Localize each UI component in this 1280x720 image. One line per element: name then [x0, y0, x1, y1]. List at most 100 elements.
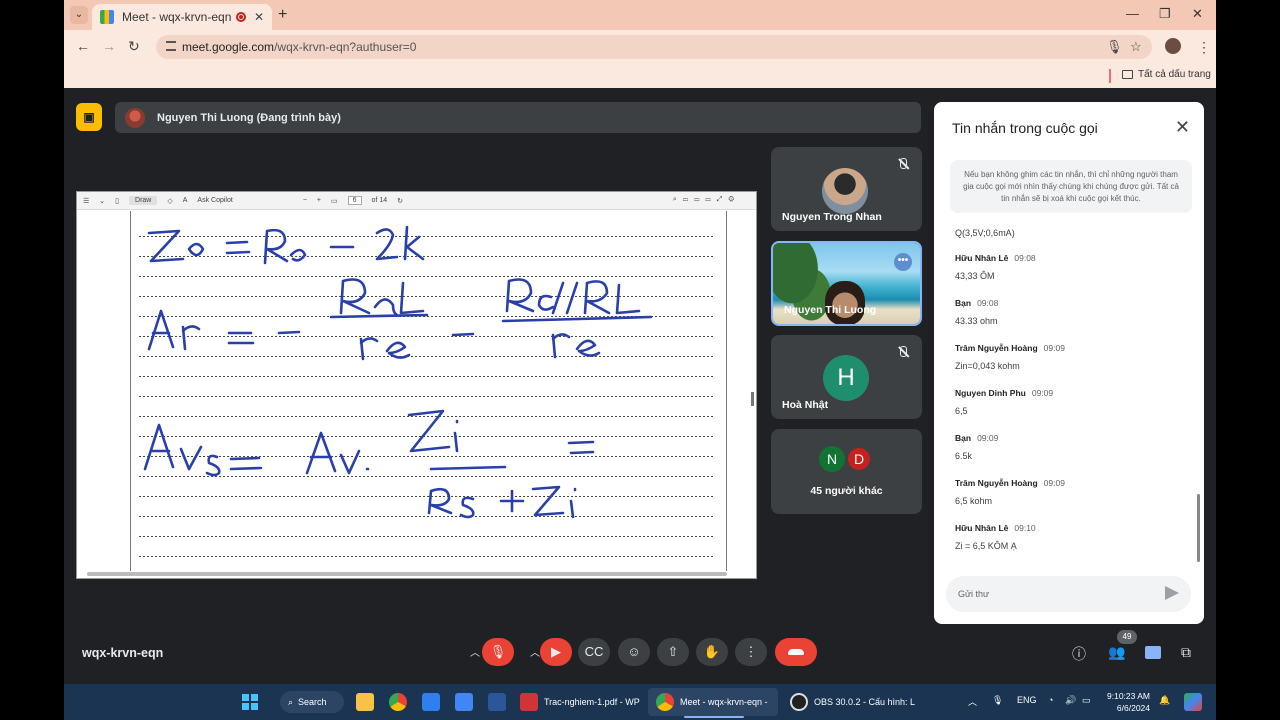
search-label: Search [298, 697, 327, 707]
pen-icon[interactable]: ⌄ [99, 197, 105, 205]
chat-input[interactable]: Gửi thư [946, 576, 1191, 612]
taskbar-app-obs[interactable]: OBS 30.0.2 - Cấu hình: L [790, 692, 915, 712]
battery-icon[interactable]: ▭ [1082, 695, 1091, 706]
clock-date: 6/6/2024 [1116, 703, 1151, 713]
rotate-icon[interactable]: ↻ [397, 197, 403, 205]
tray-overflow-icon[interactable]: ︿ [968, 695, 977, 708]
page-number-input[interactable]: 6 [347, 196, 362, 205]
captions-button[interactable]: CC [578, 638, 610, 666]
leave-call-button[interactable] [775, 638, 817, 666]
message-text: 43.33 ohm [955, 316, 998, 326]
camera-off-button[interactable]: ▶ [540, 638, 572, 666]
obs-icon [790, 693, 808, 711]
participant-photo [822, 168, 868, 214]
message-text: 6,5 kohm [955, 496, 993, 506]
presenter-label: Nguyen Thi Luong (Đang trình bày) [157, 111, 341, 124]
bookmark-star-icon[interactable]: ☆ [1130, 39, 1142, 55]
fit-page-icon[interactable]: ▭ [331, 197, 338, 205]
message-text: Zi = 6,5 KÔM Ạ [955, 541, 1017, 551]
tray-mic-icon[interactable]: 🎙 [992, 695, 1003, 706]
minimize-icon[interactable]: — [1126, 6, 1139, 21]
profile-avatar[interactable] [1165, 38, 1181, 54]
chat-icon[interactable] [1145, 646, 1161, 659]
people-icon[interactable]: 👥 [1108, 644, 1125, 661]
restore-icon[interactable]: ❐ [1159, 6, 1171, 22]
forward-icon[interactable]: → [102, 38, 116, 54]
wifi-icon[interactable]: ◔ [1048, 695, 1053, 705]
message-text: Zin=0,043 kohm [955, 361, 1020, 371]
muted-mic-icon [896, 345, 910, 359]
tab-close-icon[interactable]: ✕ [254, 10, 264, 24]
audio-options-icon[interactable]: ︿ [470, 644, 480, 659]
url-path: /wqx-krvn-eqn?authuser=0 [274, 40, 417, 54]
search-icon: ⌕ [288, 696, 294, 707]
all-bookmarks-button[interactable]: Tất cả dấu trang [1122, 69, 1211, 80]
raise-hand-button[interactable]: ✋ [696, 638, 728, 666]
others-tile[interactable]: N D 45 người khác [771, 429, 922, 514]
close-icon[interactable]: ✕ [1175, 117, 1190, 138]
chat-message: Trâm Nguyễn Hoàng 09:09 Zin=0,043 kohm [955, 343, 1185, 371]
sidebar-icon[interactable]: ▯ [115, 197, 119, 205]
tab-meet[interactable]: Meet - wqx-krvn-eqn ✕ [92, 4, 272, 30]
pdf-menu-icon[interactable]: ☰ [83, 197, 89, 205]
site-info-icon[interactable] [166, 41, 176, 51]
message-time: 09:08 [977, 298, 999, 308]
more-options-icon[interactable]: ••• [894, 253, 912, 271]
vscode-icon[interactable] [422, 693, 440, 711]
reload-icon[interactable]: ↻ [128, 38, 140, 55]
copilot-icon[interactable] [1184, 693, 1202, 711]
message-sender: Trâm Nguyễn Hoàng [955, 343, 1038, 353]
close-window-icon[interactable]: ✕ [1192, 6, 1203, 22]
notification-bell-icon[interactable]: 🔔 [1159, 695, 1170, 706]
meeting-info-icon[interactable]: ⓘ [1072, 644, 1086, 664]
participant-avatar: D [846, 446, 872, 472]
folder-icon [1122, 70, 1133, 79]
participant-avatar: H [823, 355, 869, 401]
file-explorer-icon[interactable] [356, 693, 374, 711]
emoji-button[interactable]: ☺ [618, 638, 650, 666]
tab-search-icon[interactable]: ⌄ [70, 6, 88, 24]
send-icon[interactable] [1165, 586, 1179, 600]
ask-copilot-button[interactable]: Ask Copilot [197, 197, 232, 204]
participant-tile-presenter[interactable]: ••• Nguyen Thi Luong [771, 241, 922, 326]
new-tab-icon[interactable]: + [278, 6, 287, 24]
draw-button[interactable]: Draw [129, 196, 158, 205]
browser-menu-icon[interactable]: ⋮ [1197, 39, 1211, 56]
activities-icon[interactable]: ⧉ [1181, 644, 1191, 661]
taskbar-app-wps[interactable]: Trac-nghiem-1.pdf - WP [520, 692, 640, 712]
chrome-icon[interactable] [389, 693, 407, 711]
video-options-icon[interactable]: ︿ [530, 644, 540, 659]
pdf-tools-icon[interactable]: ⌕▭▭▭⤢⚙ [673, 196, 740, 204]
text-icon[interactable]: A [183, 197, 188, 204]
others-count-label: 45 người khác [810, 485, 883, 497]
language-indicator[interactable]: ENG [1017, 695, 1037, 705]
more-options-button[interactable]: ⋮ [735, 638, 767, 666]
mic-off-button[interactable]: 🎙 [482, 638, 514, 666]
tab-title: Meet - wqx-krvn-eqn [122, 10, 232, 24]
stop-presenting-icon[interactable]: ▣ [76, 103, 102, 131]
taskbar-search[interactable]: ⌕ Search [280, 691, 344, 713]
microphone-icon[interactable]: 🎙 [1106, 39, 1123, 55]
chat-scrollbar[interactable] [1197, 494, 1200, 562]
volume-icon[interactable]: 🔊 [1065, 695, 1076, 706]
participant-avatar: N [819, 446, 845, 472]
taskbar-app-meet[interactable]: Meet - wqx-krvn-eqn - [656, 692, 768, 712]
present-button[interactable]: ⇧ [657, 638, 689, 666]
word-icon[interactable] [488, 693, 506, 711]
eraser-icon[interactable]: ◇ [167, 197, 172, 205]
zoom-out-icon[interactable]: − [303, 197, 307, 204]
participant-tile[interactable]: Nguyen Trong Nhan [771, 147, 922, 231]
address-bar[interactable]: meet.google.com/wqx-krvn-eqn?authuser=0 … [156, 35, 1152, 59]
pdf-vertical-scrollbar[interactable] [751, 392, 754, 406]
back-icon[interactable]: ← [76, 38, 90, 54]
message-sender: Nguyen Dinh Phu [955, 388, 1026, 398]
zoom-in-icon[interactable]: + [317, 197, 321, 204]
system-clock[interactable]: 9:10:23 AM 6/6/2024 [1107, 690, 1150, 714]
participant-tile[interactable]: H Hoà Nhật [771, 335, 922, 419]
windows-start-icon[interactable] [242, 694, 258, 710]
docs-icon[interactable] [455, 693, 473, 711]
chat-message: Hữu Nhân Lê 09:10 Zi = 6,5 KÔM Ạ [955, 523, 1185, 551]
message-sender: Trâm Nguyễn Hoàng [955, 478, 1038, 488]
recording-icon [235, 12, 246, 22]
pdf-horizontal-scrollbar[interactable] [87, 572, 727, 576]
